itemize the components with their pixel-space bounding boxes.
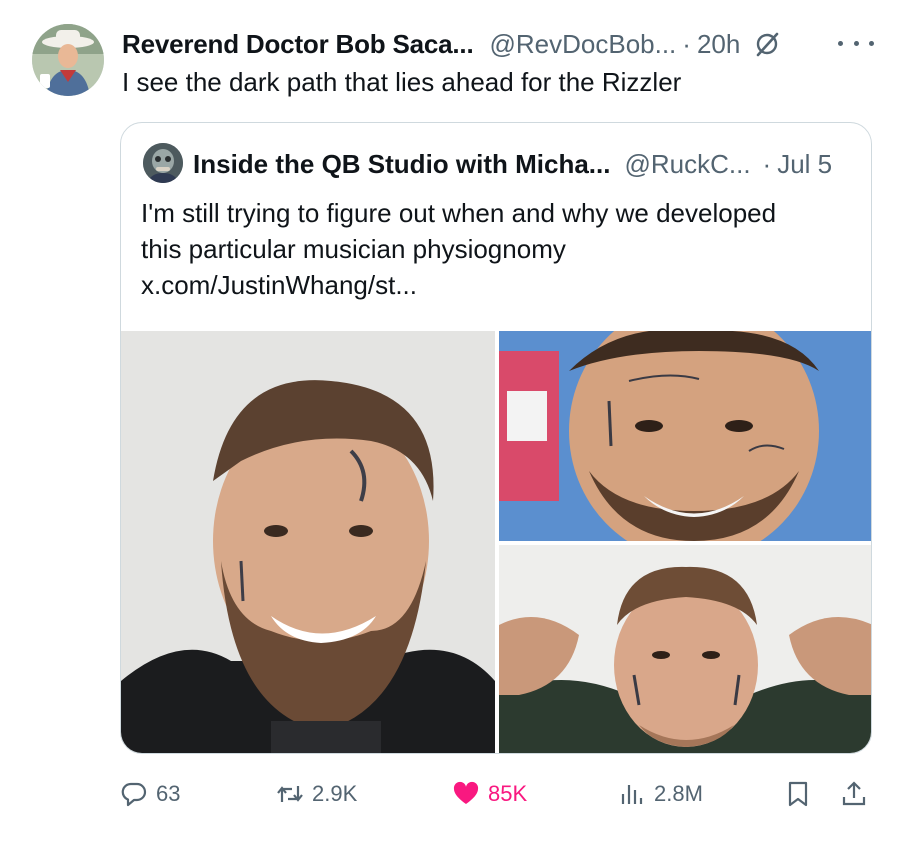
repost-count: 2.9K xyxy=(312,781,358,806)
quoted-time[interactable]: Jul 5 xyxy=(777,149,832,180)
quoted-tweet[interactable]: Inside the QB Studio with Micha... @Ruck… xyxy=(120,122,872,754)
share-button[interactable] xyxy=(840,774,868,814)
more-icon[interactable] xyxy=(838,30,874,56)
author-name[interactable]: Reverend Doctor Bob Saca... xyxy=(122,29,474,60)
quoted-text: I'm still trying to figure out when and … xyxy=(141,195,853,303)
quoted-author-name[interactable]: Inside the QB Studio with Micha... xyxy=(193,149,610,180)
author-avatar[interactable] xyxy=(32,24,104,96)
views-icon xyxy=(621,785,643,804)
post-text: I see the dark path that lies ahead for … xyxy=(122,67,682,97)
bookmark-icon xyxy=(788,781,808,807)
photo-face-tattoos[interactable] xyxy=(499,331,871,541)
bookmark-button[interactable] xyxy=(784,774,812,814)
header-separator: · xyxy=(682,28,691,59)
quoted-text-line: this particular musician physiognomy xyxy=(141,234,566,264)
quoted-header: Inside the QB Studio with Micha... @Ruck… xyxy=(193,147,832,181)
repost-icon xyxy=(277,786,303,802)
reply-count: 63 xyxy=(156,781,181,806)
tweet[interactable]: Reverend Doctor Bob Saca... @RevDocBob..… xyxy=(0,0,918,842)
quoted-separator: · xyxy=(762,148,772,179)
author-handle[interactable]: @RevDocBob... xyxy=(489,29,676,60)
heart-icon xyxy=(453,781,479,804)
share-icon xyxy=(842,781,866,806)
photo-buzzcut-man[interactable] xyxy=(499,545,871,753)
media-grid xyxy=(121,331,871,753)
reply-button[interactable]: 63 xyxy=(120,774,180,814)
quoted-author-handle[interactable]: @RuckC... xyxy=(624,149,750,180)
quoted-text-line: I'm still trying to figure out when and … xyxy=(141,198,777,228)
repost-button[interactable]: 2.9K xyxy=(276,774,357,814)
photo-bearded-man[interactable] xyxy=(121,331,495,753)
views-count: 2.8M xyxy=(654,781,703,806)
post-time[interactable]: 20h xyxy=(697,29,740,60)
action-bar: 63 2.9K 85K 2.8M xyxy=(0,774,918,814)
views-button[interactable]: 2.8M xyxy=(618,774,703,814)
quoted-link[interactable]: x.com/JustinWhang/st... xyxy=(141,267,853,303)
quoted-author-avatar[interactable] xyxy=(143,143,183,183)
post-header: Reverend Doctor Bob Saca... @RevDocBob..… xyxy=(122,26,780,62)
like-count: 85K xyxy=(488,781,528,806)
avatar-cowboy-icon xyxy=(32,24,104,96)
reply-icon xyxy=(121,782,147,807)
grok-icon[interactable] xyxy=(754,31,780,57)
like-button[interactable]: 85K xyxy=(452,774,527,814)
